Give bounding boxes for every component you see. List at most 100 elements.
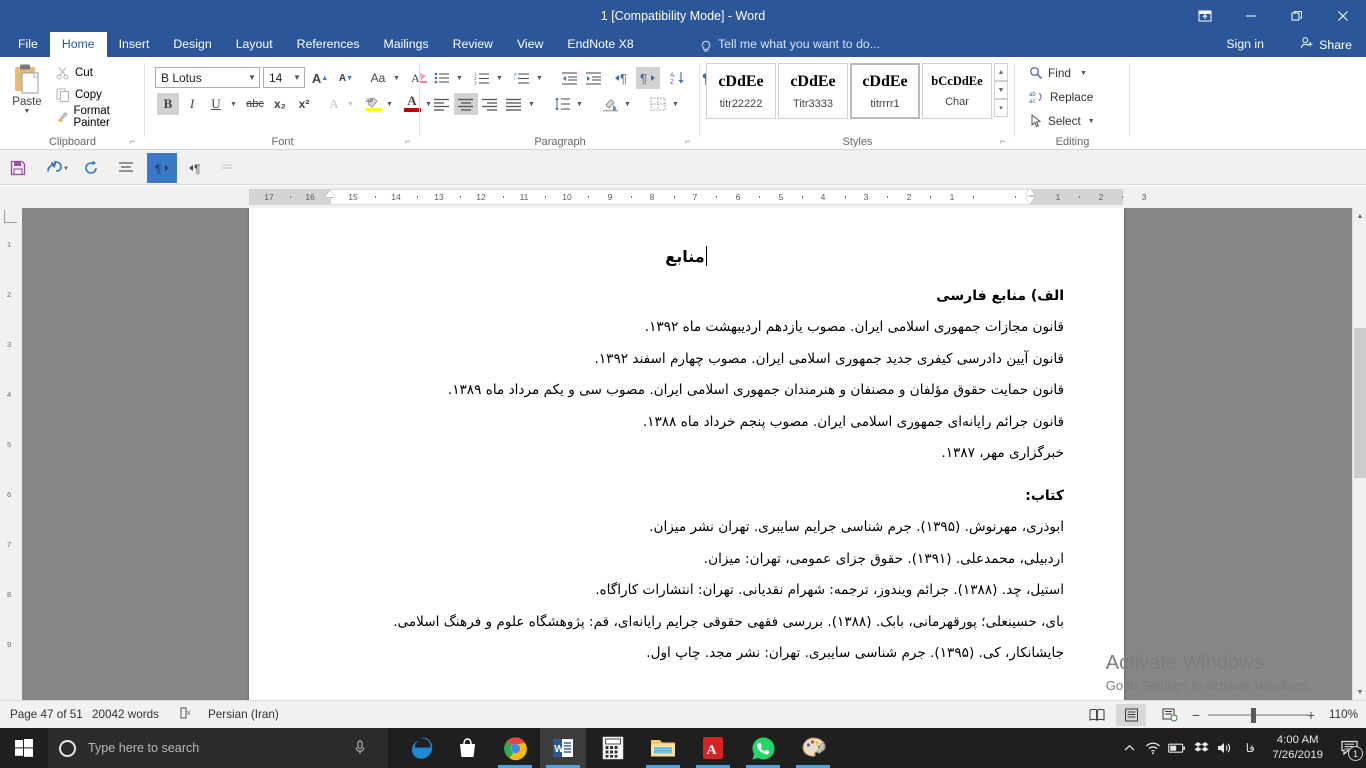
align-center-button[interactable]	[454, 93, 478, 115]
doc-title-paragraph[interactable]: منابع	[309, 246, 1064, 266]
horizontal-ruler[interactable]: 17 16 15 14 13 12 11 10 9 8 7 6 5 4 3 2 …	[0, 186, 1366, 208]
increase-indent-button[interactable]	[582, 67, 606, 89]
search-input[interactable]: Type here to search	[48, 728, 388, 768]
zoom-out-button[interactable]: −	[1188, 706, 1204, 724]
chevron-down-icon[interactable]: ▼	[290, 68, 304, 87]
tab-review[interactable]: Review	[441, 32, 505, 57]
justify-button[interactable]	[502, 93, 526, 115]
underline-chevron-down-icon[interactable]: ▼	[228, 93, 239, 115]
dropbox-icon[interactable]	[1189, 728, 1213, 768]
superscript-button[interactable]: x²	[293, 93, 315, 115]
hanging-indent-marker[interactable]	[1025, 188, 1035, 195]
tab-references[interactable]: References	[285, 32, 372, 57]
wifi-icon[interactable]	[1141, 728, 1165, 768]
paragraph-dialog-launcher[interactable]: ⌐	[685, 136, 696, 147]
doc-law-line[interactable]: قانون مجازات جمهوری اسلامی ایران. مصوب ی…	[309, 312, 1064, 344]
customize-qat-icon[interactable]	[215, 155, 241, 180]
document-page[interactable]: منابع الف) منابع فارسی قانون مجازات جمهو…	[249, 208, 1124, 700]
document-vertical-scrollbar[interactable]: ▲ ▼	[1352, 208, 1366, 700]
microphone-icon[interactable]	[354, 740, 366, 760]
volume-icon[interactable]	[1213, 728, 1237, 768]
styles-scroll-up-icon[interactable]: ▲	[994, 63, 1008, 81]
scroll-up-icon[interactable]: ▲	[1353, 208, 1366, 224]
format-painter-button[interactable]: Format Painter	[52, 107, 145, 127]
grow-font-button[interactable]: A▲	[308, 67, 332, 89]
doc-section-a-heading[interactable]: الف) منابع فارسی	[309, 286, 1064, 306]
numbering-chevron-down-icon[interactable]: ▼	[494, 67, 505, 89]
restore-icon[interactable]	[1274, 0, 1320, 32]
paste-button[interactable]: Paste ▼	[6, 61, 48, 129]
cortana-icon[interactable]	[59, 740, 76, 757]
ribbon-display-options-icon[interactable]	[1182, 0, 1228, 32]
doc-law-line[interactable]: قانون حمایت حقوق مؤلفان و مصنفان و هنرمن…	[309, 375, 1064, 407]
align-icon[interactable]	[113, 155, 139, 180]
battery-icon[interactable]	[1165, 728, 1189, 768]
styles-more-icon[interactable]: ▾	[994, 99, 1008, 117]
paste-chevron-down-icon[interactable]: ▼	[24, 108, 31, 116]
shrink-font-button[interactable]: A▼	[334, 67, 358, 89]
select-chevron-down-icon[interactable]: ▼	[1088, 118, 1095, 125]
line-spacing-chevron-down-icon[interactable]: ▼	[574, 93, 585, 115]
left-indent-marker[interactable]	[1025, 197, 1035, 204]
acrobat-icon[interactable]: A	[690, 728, 736, 768]
replace-button[interactable]: abac Replace	[1025, 86, 1097, 108]
borders-button[interactable]	[646, 93, 670, 115]
clipboard-dialog-launcher[interactable]: ⌐	[130, 136, 141, 147]
multilevel-list-button[interactable]: ai	[510, 67, 534, 89]
borders-chevron-down-icon[interactable]: ▼	[670, 93, 681, 115]
close-icon[interactable]	[1320, 0, 1366, 32]
style-item-titr22222[interactable]: cDdEe titr22222	[706, 63, 776, 119]
language-indicator[interactable]: فا	[1237, 728, 1263, 768]
chevron-down-icon[interactable]: ▼	[245, 68, 259, 87]
vertical-ruler[interactable]: 1 2 3 4 5 6 7 8 9	[0, 208, 22, 700]
justify-chevron-down-icon[interactable]: ▼	[526, 93, 537, 115]
tab-design[interactable]: Design	[161, 32, 223, 57]
change-case-button[interactable]: Aa	[365, 67, 391, 89]
zoom-slider-track[interactable]	[1208, 714, 1308, 716]
page-number-status[interactable]: Page 47 of 51	[4, 701, 89, 729]
change-case-chevron-down-icon[interactable]: ▼	[391, 67, 402, 89]
read-mode-button[interactable]	[1082, 704, 1112, 726]
zoom-level-label[interactable]: 110%	[1323, 701, 1364, 729]
calculator-icon[interactable]	[590, 728, 636, 768]
font-name-combo[interactable]: B Lotus ▼	[155, 67, 260, 88]
minimize-icon[interactable]	[1228, 0, 1274, 32]
tab-home[interactable]: Home	[50, 32, 107, 57]
paint-icon[interactable]	[790, 728, 836, 768]
zoom-in-button[interactable]: +	[1303, 706, 1319, 724]
highlight-button[interactable]: ab	[361, 90, 385, 116]
proofing-errors-icon[interactable]: x	[174, 701, 201, 729]
doc-book-line[interactable]: جایشانکار، کی. (۱۳۹۵). جرم شناسی سایبری.…	[309, 638, 1064, 670]
whatsapp-icon[interactable]	[740, 728, 786, 768]
edge-icon[interactable]	[398, 728, 444, 768]
tell-me-search[interactable]: Tell me what you want to do...	[700, 32, 880, 57]
zoom-slider-thumb[interactable]	[1251, 708, 1256, 723]
numbering-button[interactable]: 123	[470, 67, 494, 89]
undo-icon[interactable]: ▼	[40, 155, 74, 180]
italic-button[interactable]: I	[181, 93, 203, 115]
text-effects-chevron-down-icon[interactable]: ▼	[345, 93, 356, 115]
doc-books-heading[interactable]: کتاب:	[309, 486, 1064, 506]
find-chevron-down-icon[interactable]: ▼	[1080, 70, 1087, 77]
styles-dialog-launcher[interactable]: ⌐	[1000, 136, 1011, 147]
ltr-toggle-icon[interactable]: ¶	[182, 155, 212, 180]
copy-button[interactable]: Copy	[52, 85, 106, 105]
doc-book-line[interactable]: استیل، چد. (۱۳۸۸). جرائم ویندوز، ترجمه: …	[309, 575, 1064, 607]
sort-button[interactable]: AZ	[666, 67, 690, 89]
show-hidden-icons-icon[interactable]	[1117, 728, 1141, 768]
tab-file[interactable]: File	[6, 32, 50, 57]
highlight-chevron-down-icon[interactable]: ▼	[384, 93, 395, 115]
subscript-button[interactable]: x₂	[269, 93, 291, 115]
print-layout-button[interactable]	[1116, 704, 1146, 726]
shading-chevron-down-icon[interactable]: ▼	[622, 93, 633, 115]
cut-button[interactable]: Cut	[52, 63, 97, 83]
line-spacing-button[interactable]	[550, 93, 574, 115]
tab-insert[interactable]: Insert	[107, 32, 162, 57]
multilevel-chevron-down-icon[interactable]: ▼	[534, 67, 545, 89]
doc-book-line[interactable]: اردبیلی، محمدعلی. (۱۳۹۱). حقوق جزای عموم…	[309, 544, 1064, 576]
strikethrough-button[interactable]: abc	[243, 93, 267, 115]
document-canvas[interactable]: منابع الف) منابع فارسی قانون مجازات جمهو…	[22, 208, 1352, 700]
word-count-status[interactable]: 20042 words	[86, 701, 165, 729]
language-status[interactable]: Persian (Iran)	[202, 701, 285, 729]
align-left-button[interactable]	[430, 93, 454, 115]
